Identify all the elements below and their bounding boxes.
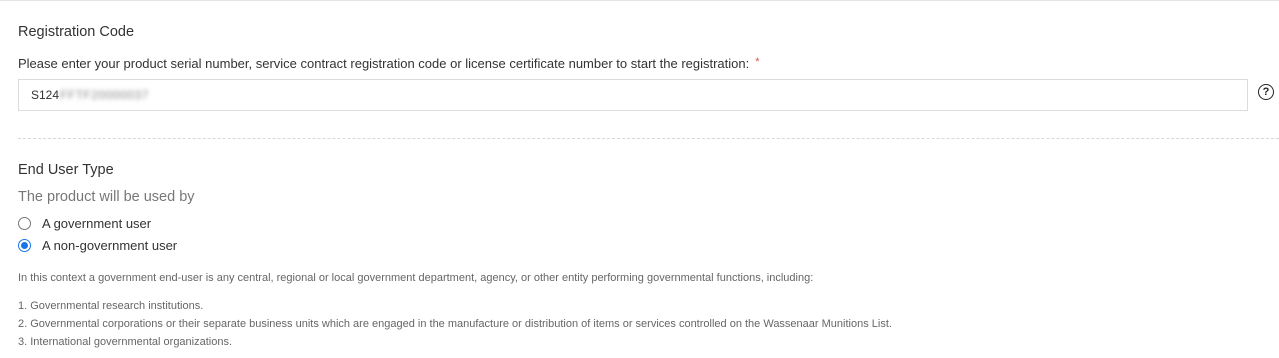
government-definition-text: In this context a government end-user is… xyxy=(18,272,814,284)
registration-prompt-text: Please enter your product serial number,… xyxy=(18,56,750,71)
definition-list-item-2: 2. Governmental corporations or their se… xyxy=(18,318,892,330)
help-icon[interactable]: ? xyxy=(1258,84,1274,100)
definition-list-item-1: 1. Governmental research institutions. xyxy=(18,300,204,312)
definition-list-item-3: 3. International governmental organizati… xyxy=(18,336,233,348)
end-user-subtitle: The product will be used by xyxy=(18,189,195,205)
radio-government-user[interactable]: A government user xyxy=(18,216,151,231)
radio-non-government-user-label[interactable]: A non-government user xyxy=(42,238,177,253)
registration-code-heading: Registration Code xyxy=(18,24,135,40)
radio-non-government-user-circle[interactable] xyxy=(18,239,31,252)
top-divider xyxy=(0,0,1279,1)
radio-non-government-user[interactable]: A non-government user xyxy=(18,238,177,253)
registration-code-obscured: FFTF20000037 xyxy=(60,88,149,102)
radio-government-user-label[interactable]: A government user xyxy=(42,216,151,231)
end-user-type-heading: End User Type xyxy=(18,162,114,178)
registration-code-value: S124 xyxy=(31,88,60,102)
registration-prompt: Please enter your product serial number,… xyxy=(18,56,760,71)
registration-code-input[interactable]: S124 FFTF20000037 xyxy=(18,79,1248,111)
section-divider xyxy=(18,138,1279,139)
required-marker: * xyxy=(755,56,760,68)
radio-government-user-circle[interactable] xyxy=(18,217,31,230)
